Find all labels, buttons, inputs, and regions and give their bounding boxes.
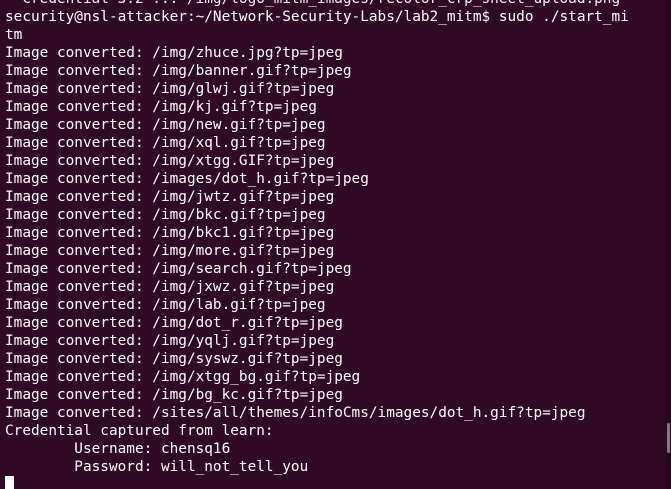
terminal-log-line: Image converted: /img/lab.gif?tp=jpeg bbox=[5, 297, 326, 313]
terminal-log-line: Image converted: /sites/all/themes/infoC… bbox=[5, 405, 586, 421]
scrollbar-thumb[interactable] bbox=[667, 423, 670, 453]
terminal-log-line: Image converted: /img/jxwz.gif?tp=jpeg bbox=[5, 279, 335, 295]
terminal-log-lines: Image converted: /img/zhuce.jpg?tp=jpeg I… bbox=[5, 44, 657, 422]
terminal-output: Credential 3.2 ... /img/logo_mitm_images… bbox=[5, 0, 657, 489]
password-line: Password: will_not_tell_you bbox=[5, 459, 309, 475]
terminal-log-line: Image converted: /img/syswz.gif?tp=jpeg bbox=[5, 351, 343, 367]
scrollbar[interactable] bbox=[666, 0, 671, 489]
terminal-line-partial: Credential 3.2 ... /img/logo_mitm_images… bbox=[5, 0, 657, 8]
terminal-log-line: Image converted: /img/glwj.gif?tp=jpeg bbox=[5, 81, 335, 97]
terminal-log-line: Image converted: /img/bkc1.gif?tp=jpeg bbox=[5, 225, 335, 241]
terminal-log-line: Image converted: /img/new.gif?tp=jpeg bbox=[5, 117, 326, 133]
username-line: Username: chensq16 bbox=[5, 441, 231, 457]
terminal-log-line: Image converted: /img/xtgg.GIF?tp=jpeg bbox=[5, 153, 335, 169]
terminal-log-line: Image converted: /images/dot_h.gif?tp=jp… bbox=[5, 171, 369, 187]
terminal-log-line: Image converted: /img/bkc.gif?tp=jpeg bbox=[5, 207, 326, 223]
text-cursor bbox=[5, 476, 14, 489]
terminal-prompt-line-wrap: tm bbox=[5, 27, 23, 43]
terminal-window[interactable]: Credential 3.2 ... /img/logo_mitm_images… bbox=[0, 0, 671, 489]
terminal-log-line: Image converted: /img/xtgg_bg.gif?tp=jpe… bbox=[5, 369, 361, 385]
credential-header: Credential captured from learn: bbox=[5, 423, 274, 439]
terminal-log-line: Image converted: /img/dot_r.gif?tp=jpeg bbox=[5, 315, 343, 331]
terminal-input-line[interactable] bbox=[5, 476, 657, 489]
terminal-log-line: Image converted: /img/jwtz.gif?tp=jpeg bbox=[5, 189, 335, 205]
terminal-log-line: Image converted: /img/bg_kc.gif?tp=jpeg bbox=[5, 387, 343, 403]
terminal-prompt-line: security@nsl-attacker:~/Network-Security… bbox=[5, 9, 629, 25]
terminal-log-line: Image converted: /img/yqlj.gif?tp=jpeg bbox=[5, 333, 335, 349]
terminal-log-line: Image converted: /img/zhuce.jpg?tp=jpeg bbox=[5, 45, 343, 61]
terminal-log-line: Image converted: /img/banner.gif?tp=jpeg bbox=[5, 63, 352, 79]
terminal-log-line: Image converted: /img/kj.gif?tp=jpeg bbox=[5, 99, 317, 115]
terminal-log-line: Image converted: /img/xql.gif?tp=jpeg bbox=[5, 135, 326, 151]
terminal-log-line: Image converted: /img/search.gif?tp=jpeg bbox=[5, 261, 352, 277]
terminal-log-line: Image converted: /img/more.gif?tp=jpeg bbox=[5, 243, 335, 259]
